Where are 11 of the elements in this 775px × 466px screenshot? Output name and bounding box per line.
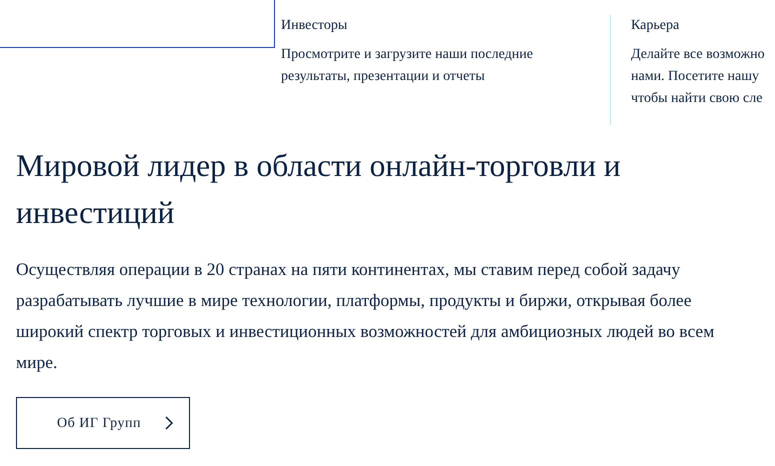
chevron-right-icon bbox=[165, 416, 173, 430]
hero-paragraph: Осуществляя операции в 20 странах на пяти континентах, мы ставим перед собой задачу разрабатывать лучшие в мире технологии, платформы, продукты и биржи, открывая более широкий спектр торговых и инвестиционных возможностей для амбициозных людей во всем мире. bbox=[16, 258, 716, 374]
hero-heading: Мировой лидер в области онлайн-торговли и инвестиций bbox=[16, 147, 622, 232]
section-description: Делайте все возможно bbox=[631, 46, 765, 64]
about-button[interactable]: Об ИГ Групп bbox=[16, 397, 190, 449]
section-description: результаты, презентации и отчеты bbox=[281, 68, 485, 86]
section-link[interactable]: Карьера bbox=[631, 16, 680, 36]
section-description: чтобы найти свою сле bbox=[631, 90, 762, 108]
section-description: нами. Посетите нашу bbox=[631, 68, 760, 86]
section-description: Просмотрите и загрузите наши последние bbox=[281, 46, 533, 64]
section-link[interactable]: Инвесторы bbox=[281, 16, 348, 36]
